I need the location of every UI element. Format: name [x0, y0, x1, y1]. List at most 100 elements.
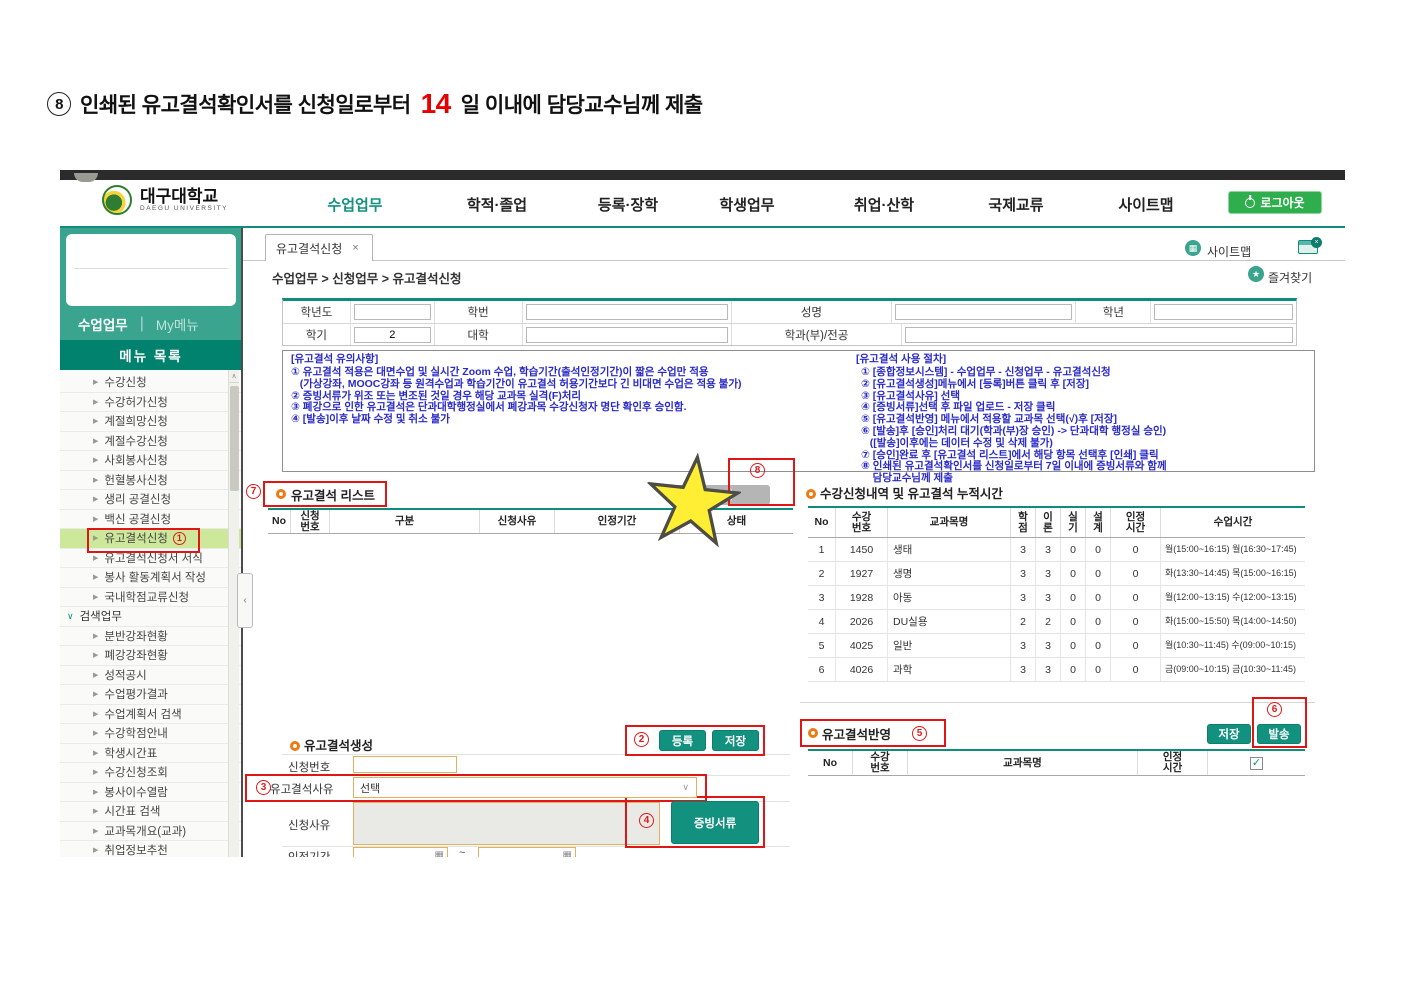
grade-input[interactable]	[1154, 304, 1293, 320]
sidebar-tab-work[interactable]: 수업업무	[78, 314, 128, 334]
cell-1-8: 화(13:30~14:45) 목(15:00~16:15)	[1161, 562, 1305, 585]
chevron-expanded-icon: ∨	[67, 611, 74, 622]
cell-5-7: 0	[1111, 658, 1161, 681]
sidebar-item-20[interactable]: ▶수강신청조회	[60, 763, 242, 783]
period-start-input[interactable]: ▦	[353, 847, 448, 857]
major-input[interactable]	[905, 327, 1293, 343]
sidebar-item-label: 봉사이수열람	[104, 784, 167, 800]
send-button[interactable]: 발송	[1257, 724, 1301, 744]
nav-item-0[interactable]: 수업업무	[327, 194, 382, 215]
sidebar-item-5[interactable]: ▶헌혈봉사신청	[60, 471, 242, 491]
enrollment-section-bullet-icon	[806, 489, 816, 499]
sidebar-collapse-handle[interactable]: ‹	[237, 573, 253, 628]
grade-cell	[1151, 301, 1296, 323]
sidebar-item-17[interactable]: ▶수업계획서 검색	[60, 705, 242, 725]
arrow-right-icon: ▶	[93, 573, 98, 581]
notice-right-body: ① [종합정보시스템] - 수업업무 - 신청업무 - 유고결석신청 ② [유고…	[861, 367, 1167, 485]
column-header-3: 신청사유	[480, 510, 555, 533]
period-end-input[interactable]: ▦	[478, 847, 576, 857]
column-header-2: 교과목명	[908, 751, 1138, 775]
tab-close-icon[interactable]: ×	[352, 242, 358, 254]
student-no-input[interactable]	[526, 304, 729, 320]
sidebar-item-22[interactable]: ▶시간표 검색	[60, 802, 242, 822]
sidebar-item-21[interactable]: ▶봉사이수열람	[60, 783, 242, 803]
column-header-0: No	[268, 510, 291, 533]
calendar-icon[interactable]: ▦	[435, 850, 444, 858]
instruction-text-before: 인쇄된 유고결석확인서를 신청일로부터	[80, 89, 411, 119]
name-input[interactable]	[895, 304, 1073, 320]
apply-reason-textarea[interactable]	[353, 802, 660, 845]
sidebar-item-18[interactable]: ▶수강학점안내	[60, 724, 242, 744]
instruction-highlight: 14	[421, 88, 451, 120]
university-logo[interactable]: 대구대학교 DAEGU UNIVERSITY	[102, 185, 228, 215]
apply-no-input[interactable]	[353, 756, 457, 773]
select-all-checkbox[interactable]: ✓	[1250, 757, 1263, 770]
sidebar-tab-my-menu[interactable]: My메뉴	[156, 314, 199, 334]
annotation-box-selected-menu	[87, 528, 200, 553]
sidebar-item-label: 국내학점교류신청	[104, 589, 189, 605]
nav-item-3[interactable]: 학생업무	[719, 194, 774, 215]
scrollbar-thumb[interactable]	[230, 386, 239, 491]
sidebar-item-13[interactable]: ▶분반강좌현황	[60, 627, 242, 647]
cell-3-6: 0	[1086, 610, 1111, 633]
year-input[interactable]	[354, 304, 431, 320]
tab-absence-application[interactable]: 유고결석신청 ×	[265, 234, 373, 261]
absence-reason-select[interactable]: 선택 ∨	[353, 777, 697, 798]
enrollment-table-body: 11450생태33000월(15:00~16:15) 월(16:30~17:45…	[808, 538, 1305, 682]
sidebar-item-23[interactable]: ▶교과목개요(교과)	[60, 822, 242, 842]
sidebar-item-19[interactable]: ▶학생시간표	[60, 744, 242, 764]
scroll-up-icon[interactable]: ∧	[229, 370, 239, 383]
sidebar-item-24[interactable]: ▶취업정보추천	[60, 841, 242, 857]
nav-item-4[interactable]: 취업·산학	[854, 194, 914, 215]
cell-3-0: 4	[808, 610, 836, 633]
arrow-right-icon: ▶	[93, 417, 98, 425]
column-header-6: 설 계	[1086, 508, 1111, 537]
arrow-right-icon: ▶	[93, 437, 98, 445]
instruction-line: 8 인쇄된 유고결석확인서를 신청일로부터 14 일 이내에 담당교수님께 제출	[47, 88, 703, 120]
evidence-button[interactable]: 증빙서류	[671, 801, 759, 844]
create-save-button[interactable]: 저장	[712, 730, 759, 751]
column-header-2: 구분	[330, 510, 480, 533]
college-input[interactable]	[526, 327, 729, 343]
sidebar-tab-divider: |	[140, 315, 144, 333]
sidebar-item-7[interactable]: ▶백신 공결신청	[60, 510, 242, 530]
close-badge-icon: ×	[1311, 237, 1322, 248]
period-separator: ~	[459, 847, 465, 857]
nav-item-2[interactable]: 등록·장학	[598, 194, 658, 215]
sidebar-item-16[interactable]: ▶수업평가결과	[60, 685, 242, 705]
cell-3-2: DU실용	[888, 610, 1011, 633]
sidebar-item-4[interactable]: ▶사회봉사신청	[60, 451, 242, 471]
cell-5-3: 3	[1011, 658, 1036, 681]
semester-input[interactable]	[354, 327, 431, 343]
sidebar-item-14[interactable]: ▶폐강강좌현황	[60, 646, 242, 666]
enrollment-table-header: No수강 번호교과목명학 점이 론실 기설 계인정 시간수업시간	[808, 506, 1305, 538]
close-all-windows-icon[interactable]: ×	[1298, 240, 1318, 254]
cell-4-3: 3	[1011, 634, 1036, 657]
sidebar-item-15[interactable]: ▶성적공시	[60, 666, 242, 686]
nav-item-5[interactable]: 국제교류	[988, 194, 1043, 215]
sidebar-item-10[interactable]: ▶봉사 활동계획서 작성	[60, 568, 242, 588]
apply-save-button[interactable]: 저장	[1207, 724, 1251, 744]
sidebar-item-11[interactable]: ▶국내학점교류신청	[60, 588, 242, 608]
arrow-right-icon: ▶	[93, 476, 98, 484]
nav-item-6[interactable]: 사이트맵	[1118, 194, 1173, 215]
sitemap-icon[interactable]: ▦	[1185, 240, 1201, 256]
sidebar-item-6[interactable]: ▶생리 공결신청	[60, 490, 242, 510]
nav-item-1[interactable]: 학적·졸업	[467, 194, 527, 215]
logout-button[interactable]: 로그아웃	[1228, 191, 1322, 214]
sidebar-item-2[interactable]: ▶계절희망신청	[60, 412, 242, 432]
favorite-label[interactable]: 즐겨찾기	[1268, 269, 1312, 286]
register-button[interactable]: 등록	[659, 730, 706, 751]
sidebar-item-0[interactable]: ▶수강신청	[60, 373, 242, 393]
sidebar-item-1[interactable]: ▶수강허가신청	[60, 393, 242, 413]
cell-5-5: 0	[1061, 658, 1086, 681]
annotation-box-list-title	[263, 481, 387, 507]
cell-5-4: 3	[1036, 658, 1061, 681]
sidebar-item-3[interactable]: ▶계절수강신청	[60, 432, 242, 452]
sitemap-label[interactable]: 사이트맵	[1207, 243, 1251, 260]
cell-4-0: 5	[808, 634, 836, 657]
sidebar-item-12[interactable]: ∨검색업무	[60, 607, 242, 627]
college-label: 대학	[435, 324, 523, 345]
calendar-icon[interactable]: ▦	[563, 850, 572, 858]
favorite-star-icon[interactable]: ★	[1248, 266, 1264, 282]
